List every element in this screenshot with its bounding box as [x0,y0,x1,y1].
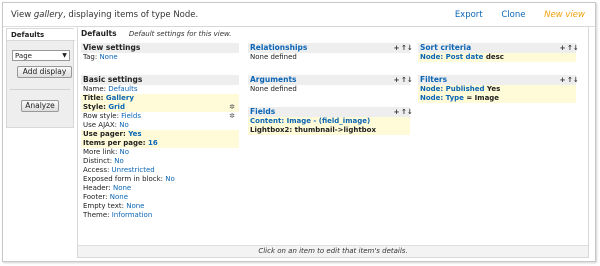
filter-item[interactable]: Node: Type = Image [418,94,576,103]
divider [10,89,70,90]
page-title: View gallery, displaying items of type N… [11,10,199,20]
add-display-button[interactable]: Add display [17,66,72,78]
arguments-empty: None defined [250,85,297,93]
setting-distinct[interactable]: Distinct: No [81,157,239,166]
setting-title[interactable]: Title: Gallery [81,94,239,103]
export-link[interactable]: Export [455,10,483,20]
setting-empty-text[interactable]: Empty text: None [81,202,239,211]
view-actions: Export Clone New view [439,10,585,20]
setting-more-link[interactable]: More link: No [81,148,239,157]
sort-item[interactable]: Node: Post date desc [418,53,576,62]
relationships-empty: None defined [250,53,297,61]
rearrange-icon[interactable]: ↑↓ [401,44,413,52]
setting-tag[interactable]: Tag: None [81,53,239,62]
display-settings: Defaults Default settings for this view.… [77,26,589,258]
chevron-down-icon: ▼ [62,52,67,59]
gear-icon[interactable]: ✲ [229,112,235,121]
panel-title: Arguments + ↑↓ [248,75,413,85]
filters-panel: Filters + ↑↓ Node: Published Yes Node: Ty… [418,75,579,103]
panel-title: Sort criteria + ↑↓ [418,43,579,53]
rearrange-icon[interactable]: ↑↓ [401,108,413,116]
field-item[interactable]: Lightbox2: thumbnail->lightbox [248,126,410,135]
panel-title: Fields + ↑↓ [248,107,413,117]
view-header: View gallery, displaying items of type N… [3,3,595,27]
setting-access[interactable]: Access: Unrestricted [81,166,239,175]
display-type-select[interactable]: Page ▼ [12,50,70,61]
setting-use-ajax[interactable]: Use AJAX: No [81,121,239,130]
view-settings-panel: View settings Tag: None [81,43,239,62]
setting-name[interactable]: Name: Defaults [81,85,239,94]
rearrange-icon[interactable]: ↑↓ [567,44,579,52]
setting-theme[interactable]: Theme: Information [81,211,239,220]
display-header: Defaults Default settings for this view. [81,29,232,38]
panel-title: Basic settings [81,75,239,85]
panel-title: Filters + ↑↓ [418,75,579,85]
setting-items-per-page[interactable]: Items per page: 16 [81,139,239,148]
add-icon[interactable]: + [393,44,400,52]
analyze-button[interactable]: Analyze [21,100,59,112]
sort-criteria-panel: Sort criteria + ↑↓ Node: Post date desc [418,43,579,62]
filter-item[interactable]: Node: Published Yes [418,85,576,94]
field-item[interactable]: Content: Image - (field_image) [248,117,410,126]
new-view-link[interactable]: New view [544,10,585,20]
setting-header[interactable]: Header: None [81,184,239,193]
add-icon[interactable]: + [393,76,400,84]
add-icon[interactable]: + [559,44,566,52]
panel-title: Relationships + ↑↓ [248,43,413,53]
setting-row-style[interactable]: Row style: Fields ✲ [81,112,239,121]
setting-exposed-form[interactable]: Exposed form in block: No [81,175,239,184]
clone-link[interactable]: Clone [501,10,525,20]
setting-footer[interactable]: Footer: None [81,193,239,202]
rearrange-icon[interactable]: ↑↓ [401,76,413,84]
tab-defaults[interactable]: Defaults [7,29,75,41]
add-icon[interactable]: + [393,108,400,116]
help-footer: Click on an item to edit that item's det… [78,245,588,257]
relationships-panel: Relationships + ↑↓ None defined [248,43,413,62]
gear-icon[interactable]: ✲ [229,103,235,112]
setting-use-pager[interactable]: Use pager: Yes [81,130,239,139]
fields-panel: Fields + ↑↓ Content: Image - (field_image… [248,107,413,135]
setting-style[interactable]: Style: Grid ✲ [81,103,239,112]
display-tabs: Defaults Page ▼ Add display Analyze [6,28,75,128]
add-icon[interactable]: + [559,76,566,84]
arguments-panel: Arguments + ↑↓ None defined [248,75,413,94]
basic-settings-panel: Basic settings Name: Defaults Title: Gal… [81,75,239,220]
rearrange-icon[interactable]: ↑↓ [567,76,579,84]
panel-title: View settings [81,43,239,53]
